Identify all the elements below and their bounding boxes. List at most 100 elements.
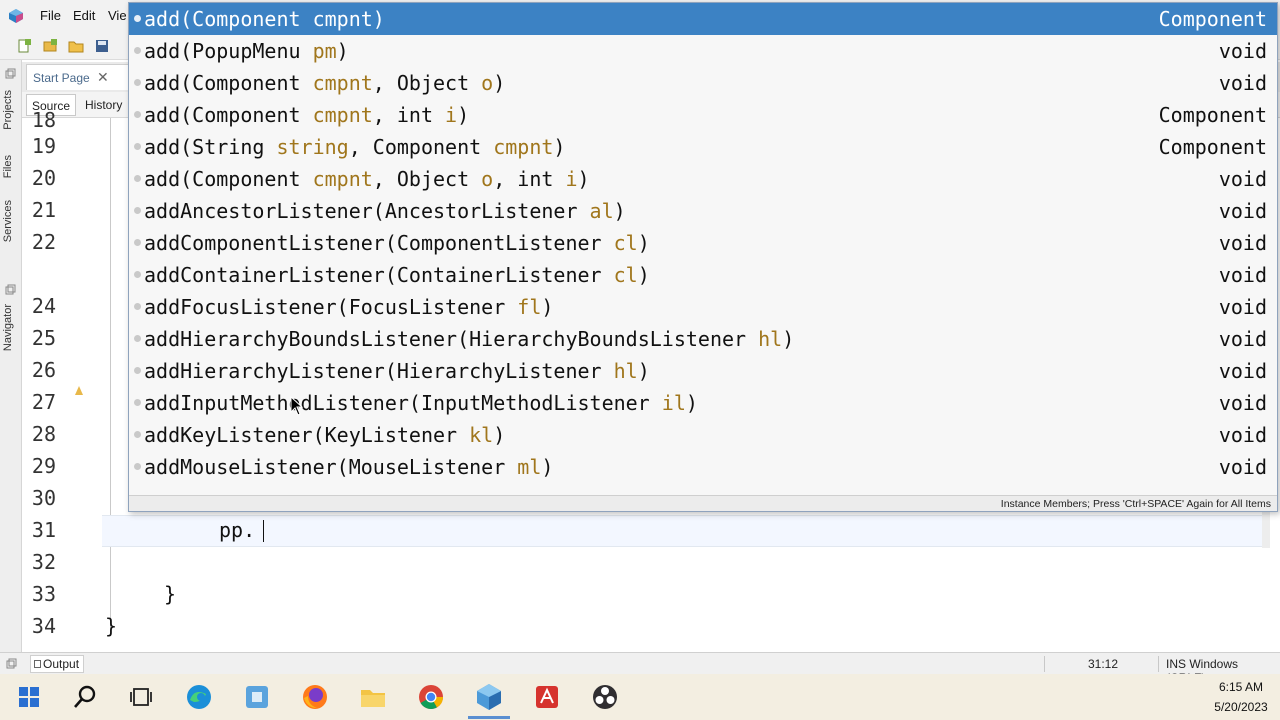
- output-window-icon: [34, 660, 41, 668]
- menu-view[interactable]: Vie: [108, 8, 127, 23]
- line-number: 28: [31, 422, 56, 446]
- code-line-31: pp.: [219, 518, 256, 542]
- completion-item[interactable]: add(Component cmpnt, Object o) void: [129, 67, 1277, 99]
- method-bullet-icon: [134, 335, 141, 342]
- menu-file[interactable]: File: [40, 8, 61, 23]
- completion-item[interactable]: addFocusListener(FocusListener fl) void: [129, 291, 1277, 323]
- completion-item[interactable]: addHierarchyBoundsListener(HierarchyBoun…: [129, 323, 1277, 355]
- completion-item[interactable]: add(Component cmpnt, Object o, int i) voi…: [129, 163, 1277, 195]
- store-icon[interactable]: [242, 682, 272, 712]
- open-project-icon[interactable]: [68, 38, 84, 54]
- line-number: 21: [31, 198, 56, 222]
- chrome-icon[interactable]: [416, 682, 446, 712]
- file-explorer-icon[interactable]: [358, 682, 388, 712]
- windows-start-icon[interactable]: [14, 682, 44, 712]
- method-bullet-icon: [134, 367, 141, 374]
- sidebar-tab-navigator[interactable]: Navigator: [2, 304, 14, 351]
- method-signature: addFocusListener(FocusListener fl): [144, 295, 554, 319]
- caret-position[interactable]: 31:12: [1088, 657, 1118, 671]
- active-app-indicator: [468, 716, 510, 719]
- return-type: Component: [1158, 7, 1267, 31]
- method-bullet-icon: [134, 15, 141, 22]
- output-tab[interactable]: Output: [30, 655, 85, 673]
- task-view-icon[interactable]: [126, 682, 156, 712]
- method-signature: addContainerListener(ContainerListener c…: [144, 263, 650, 287]
- text-caret: [263, 520, 264, 542]
- completion-item[interactable]: add(String string, Component cmpnt) Compo…: [129, 131, 1277, 163]
- line-number: 19: [31, 134, 56, 158]
- method-signature: add(Component cmpnt): [144, 7, 385, 31]
- completion-item[interactable]: addAncestorListener(AncestorListener al)…: [129, 195, 1277, 227]
- method-signature: addHierarchyBoundsListener(HierarchyBoun…: [144, 327, 795, 351]
- completion-item[interactable]: add(Component cmpnt, int i) Component: [129, 99, 1277, 131]
- system-clock-time[interactable]: 6:15 AM: [1208, 680, 1274, 694]
- close-icon[interactable]: ✕: [97, 69, 109, 86]
- method-bullet-icon: [134, 463, 141, 470]
- sidebar-tab-files[interactable]: Files: [2, 155, 14, 178]
- warning-icon[interactable]: [75, 386, 83, 395]
- system-clock-date[interactable]: 5/20/2023: [1208, 700, 1274, 714]
- line-number: 20: [31, 166, 56, 190]
- line-number: 33: [31, 582, 56, 606]
- return-type: void: [1218, 199, 1267, 223]
- return-type: Component: [1158, 103, 1267, 127]
- status-separator: [1158, 656, 1159, 672]
- line-number: 26: [31, 358, 56, 382]
- method-bullet-icon: [134, 111, 141, 118]
- netbeans-icon[interactable]: [474, 682, 504, 712]
- return-type: void: [1218, 423, 1267, 447]
- code-completion-popup[interactable]: add(Component cmpnt) Component add(PopupMe…: [128, 2, 1278, 512]
- new-project-icon[interactable]: [42, 38, 58, 54]
- return-type: void: [1218, 391, 1267, 415]
- left-sidebar: Projects Files Services Navigator: [0, 60, 22, 652]
- return-type: void: [1218, 327, 1267, 351]
- completion-list[interactable]: add(Component cmpnt) Component add(PopupMe…: [129, 3, 1277, 493]
- sidebar-tab-services[interactable]: Services: [2, 200, 14, 242]
- restore-window-icon[interactable]: [6, 658, 17, 669]
- line-number: 29: [31, 454, 56, 478]
- method-signature: addComponentListener(ComponentListener c…: [144, 231, 650, 255]
- restore-window-icon[interactable]: [5, 284, 16, 295]
- method-bullet-icon: [134, 207, 141, 214]
- completion-item[interactable]: addKeyListener(KeyListener kl) void: [129, 419, 1277, 451]
- method-signature: addKeyListener(KeyListener kl): [144, 423, 506, 447]
- tab-history-label: History: [85, 98, 123, 112]
- method-bullet-icon: [134, 143, 141, 150]
- firefox-icon[interactable]: [300, 682, 330, 712]
- method-bullet-icon: [134, 303, 141, 310]
- menu-edit[interactable]: Edit: [73, 8, 95, 23]
- code-line-34: }: [105, 614, 118, 638]
- tab-start-page[interactable]: Start Page ✕: [26, 64, 136, 90]
- search-icon[interactable]: [70, 682, 100, 712]
- method-signature: addMouseListener(MouseListener ml): [144, 455, 554, 479]
- completion-item[interactable]: addHierarchyListener(HierarchyListener h…: [129, 355, 1277, 387]
- output-tab-label: Output: [43, 657, 80, 671]
- method-signature: addAncestorListener(AncestorListener al): [144, 199, 626, 223]
- line-number: 34: [31, 614, 56, 638]
- completion-item[interactable]: add(Component cmpnt) Component: [129, 3, 1277, 35]
- new-file-icon[interactable]: [16, 38, 32, 54]
- line-number: 25: [31, 326, 56, 350]
- line-number: 32: [31, 550, 56, 574]
- return-type: void: [1218, 71, 1267, 95]
- save-all-icon[interactable]: [94, 38, 110, 54]
- completion-item[interactable]: addMouseListener(MouseListener ml) void: [129, 451, 1277, 483]
- sidebar-tab-projects[interactable]: Projects: [2, 90, 14, 130]
- completion-item[interactable]: addContainerListener(ContainerListener c…: [129, 259, 1277, 291]
- line-number: 31: [31, 518, 56, 542]
- status-bar: Output 31:12 INS Windows (CRLF): [0, 652, 1280, 685]
- edge-icon[interactable]: [184, 682, 214, 712]
- line-number: 24: [31, 294, 56, 318]
- obs-icon[interactable]: [590, 682, 620, 712]
- method-signature: add(PopupMenu pm): [144, 39, 349, 63]
- line-number: 22: [31, 230, 56, 254]
- method-signature: add(Component cmpnt, Object o): [144, 71, 506, 95]
- windows-taskbar: 6:15 AM 5/20/2023: [0, 674, 1280, 720]
- pdf-icon[interactable]: [532, 682, 562, 712]
- completion-item[interactable]: addComponentListener(ComponentListener c…: [129, 227, 1277, 259]
- line-number: 27: [31, 390, 56, 414]
- method-signature: addInputMethodListener(InputMethodListen…: [144, 391, 698, 415]
- restore-window-icon[interactable]: [5, 68, 16, 79]
- method-bullet-icon: [134, 239, 141, 246]
- completion-item[interactable]: add(PopupMenu pm) void: [129, 35, 1277, 67]
